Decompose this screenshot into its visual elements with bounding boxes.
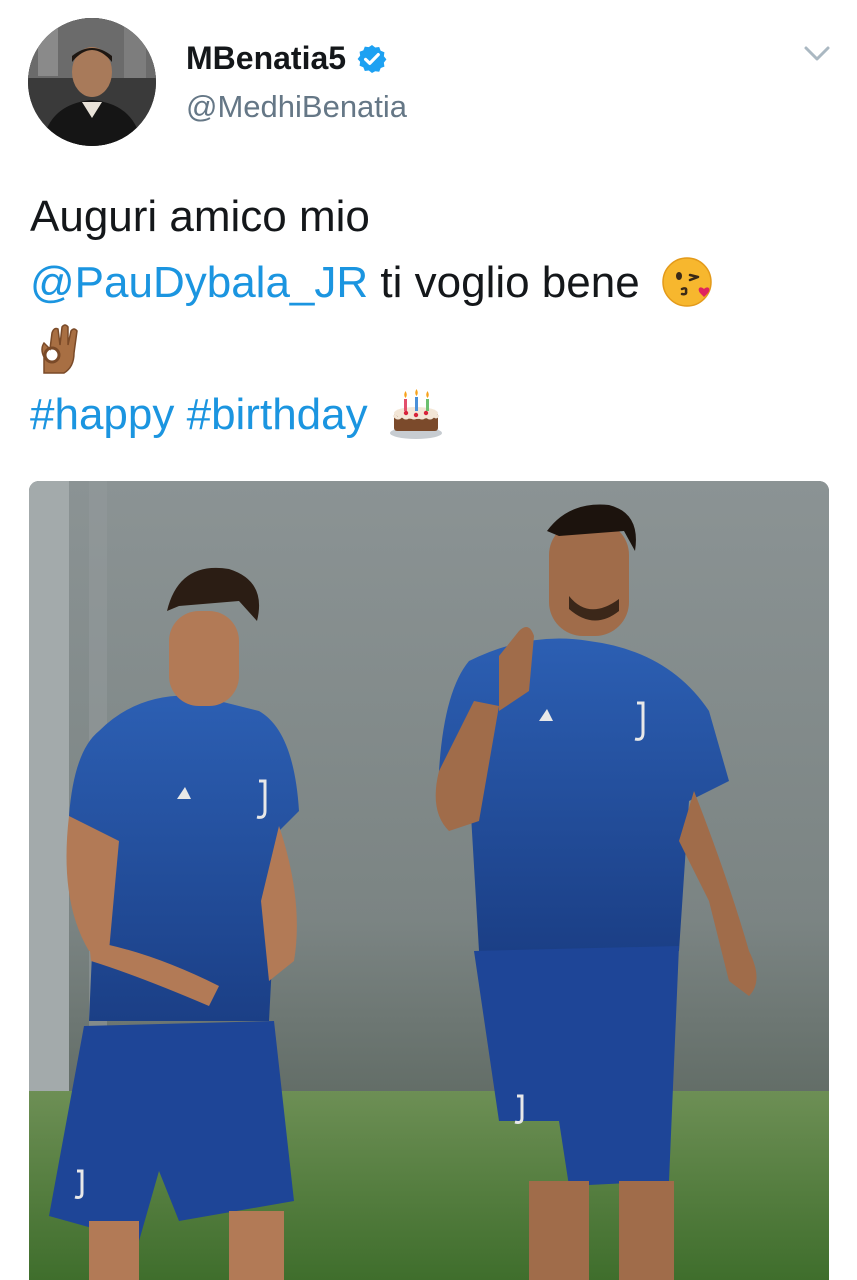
kissing-face-emoji: [662, 257, 712, 308]
display-name[interactable]: MBenatia5: [186, 40, 388, 77]
hashtag-happy[interactable]: #happy: [30, 390, 174, 439]
user-avatar-photo: [28, 18, 156, 146]
tweet-line-1: Auguri amico mio: [30, 192, 370, 241]
tweet-text: Auguri amico mio @PauDybala_JR ti voglio…: [30, 184, 830, 448]
tweet-line-4: #happy #birthday: [30, 382, 830, 448]
tweet-photo-image: [29, 481, 829, 1280]
tweet-line-2: @PauDybala_JR ti voglio bene: [30, 250, 830, 316]
avatar[interactable]: [28, 18, 156, 146]
user-handle[interactable]: @MedhiBenatia: [186, 89, 407, 125]
tweet-line-2-text: ti voglio bene: [368, 258, 640, 307]
ok-hand-emoji: [41, 324, 78, 375]
birthday-cake-emoji: [389, 389, 442, 440]
verified-badge-icon: [357, 44, 387, 73]
chevron-down-icon[interactable]: [800, 38, 834, 68]
hashtag-birthday[interactable]: #birthday: [187, 390, 368, 439]
mention-link[interactable]: @PauDybala_JR: [30, 258, 368, 307]
display-name-text: MBenatia5: [186, 40, 347, 76]
tweet-line-3: [30, 316, 830, 382]
tweet-photo[interactable]: [29, 481, 829, 1280]
